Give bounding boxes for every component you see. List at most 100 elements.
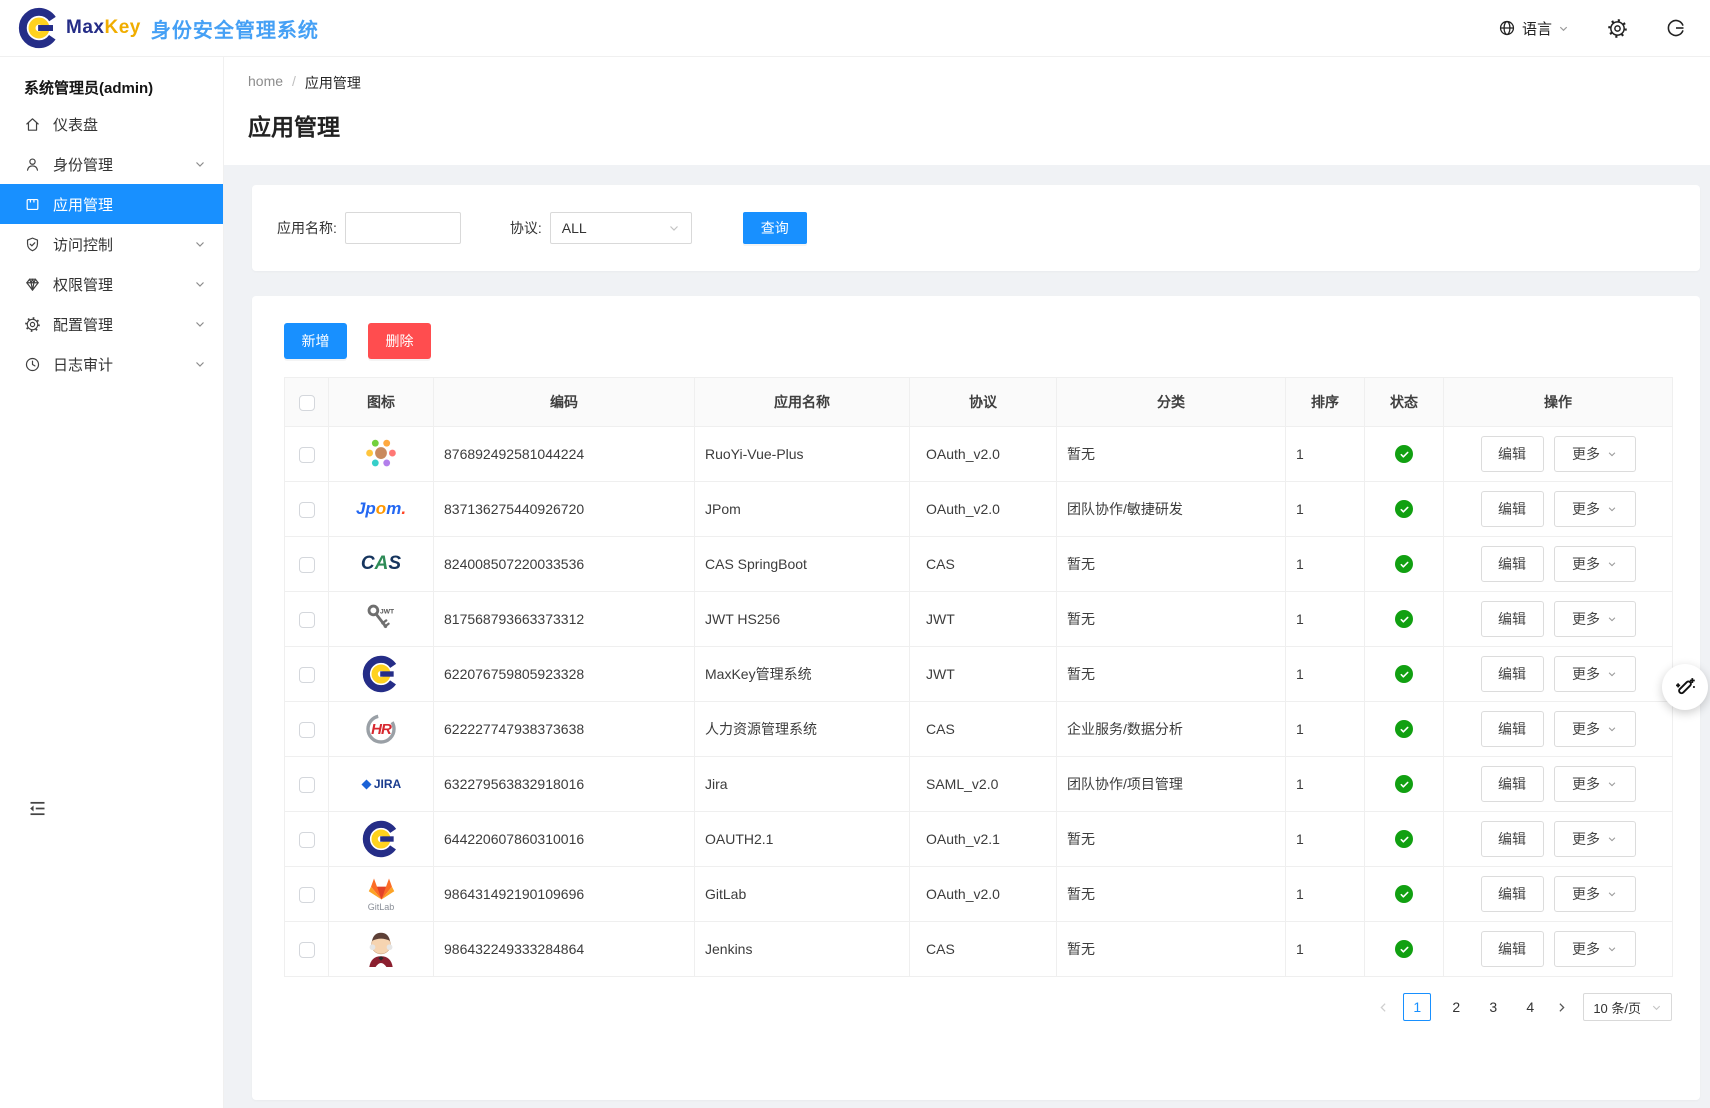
app-category: 企业服务/数据分析: [1057, 702, 1286, 757]
pagination-page-4[interactable]: 4: [1518, 993, 1542, 1021]
status-enabled-icon: [1395, 665, 1413, 683]
chevron-down-icon: [1607, 779, 1617, 789]
edit-button[interactable]: 编辑: [1481, 876, 1544, 912]
protocol-label: 协议:: [510, 218, 542, 238]
edit-button[interactable]: 编辑: [1481, 711, 1544, 747]
language-switcher[interactable]: 语言: [1498, 18, 1569, 39]
more-button[interactable]: 更多: [1554, 546, 1636, 582]
more-button[interactable]: 更多: [1554, 821, 1636, 857]
sidebar-item-config[interactable]: 配置管理: [0, 304, 223, 344]
add-button[interactable]: 新增: [284, 323, 347, 359]
edit-button[interactable]: 编辑: [1481, 491, 1544, 527]
row-checkbox[interactable]: [299, 447, 315, 463]
sidebar-item-access[interactable]: 访问控制: [0, 224, 223, 264]
svg-text:JWT: JWT: [380, 608, 394, 615]
app-protocol: JWT: [910, 647, 1057, 702]
sidebar-item-permission[interactable]: 权限管理: [0, 264, 223, 304]
pagination-next-icon[interactable]: [1555, 1001, 1568, 1014]
filter-bar: 应用名称: 协议: ALL 查询: [252, 185, 1700, 271]
app-protocol: OAuth_v2.0: [910, 867, 1057, 922]
page-size-select[interactable]: 10 条/页: [1583, 993, 1672, 1021]
app-icon-maxkey: [360, 818, 402, 860]
pagination-page-1[interactable]: 1: [1403, 993, 1431, 1021]
app-protocol: OAuth_v2.0: [910, 427, 1057, 482]
pagination-page-2[interactable]: 2: [1444, 993, 1468, 1021]
more-button[interactable]: 更多: [1554, 711, 1636, 747]
edit-button[interactable]: 编辑: [1481, 436, 1544, 472]
chevron-down-icon: [668, 222, 680, 234]
chevron-down-icon: [194, 278, 206, 290]
query-button[interactable]: 查询: [743, 212, 807, 244]
logout-icon[interactable]: [1666, 18, 1686, 38]
sidebar-item-identity[interactable]: 身份管理: [0, 144, 223, 184]
column-header-7: 操作: [1444, 378, 1673, 427]
sidebar-item-label: 日志审计: [53, 354, 113, 375]
edit-button[interactable]: 编辑: [1481, 931, 1544, 967]
brand-name-secondary: Key: [104, 17, 140, 39]
app-name: 人力资源管理系统: [695, 702, 910, 757]
app-code: 622076759805923328: [434, 647, 695, 702]
table-row-4: 622076759805923328MaxKey管理系统JWT暂无1编辑更多: [285, 647, 1673, 702]
sidebar-item-audit[interactable]: 日志审计: [0, 344, 223, 384]
sidebar-item-apps[interactable]: 应用管理: [0, 184, 223, 224]
sidebar-item-label: 配置管理: [53, 314, 113, 335]
app-category: 团队协作/敏捷研发: [1057, 482, 1286, 537]
more-button[interactable]: 更多: [1554, 436, 1636, 472]
more-button[interactable]: 更多: [1554, 491, 1636, 527]
app-protocol: SAML_v2.0: [910, 757, 1057, 812]
edit-button[interactable]: 编辑: [1481, 656, 1544, 692]
column-header-3: 协议: [910, 378, 1057, 427]
magic-wand-icon: [1672, 674, 1698, 700]
header-actions: 语言: [1498, 18, 1686, 39]
more-button[interactable]: 更多: [1554, 656, 1636, 692]
menu-fold-icon[interactable]: [27, 798, 48, 819]
row-checkbox[interactable]: [299, 777, 315, 793]
chevron-down-icon: [1607, 449, 1617, 459]
magic-wand-button[interactable]: [1662, 664, 1708, 710]
more-button[interactable]: 更多: [1554, 931, 1636, 967]
select-all-checkbox[interactable]: [299, 395, 315, 411]
sidebar-item-label: 权限管理: [53, 274, 113, 295]
sidebar: 系统管理员(admin) 仪表盘身份管理应用管理访问控制权限管理配置管理日志审计: [0, 57, 224, 1108]
row-checkbox[interactable]: [299, 832, 315, 848]
settings-gear-icon[interactable]: [1607, 18, 1628, 39]
row-checkbox[interactable]: [299, 612, 315, 628]
app-sort: 1: [1286, 592, 1365, 647]
breadcrumb-home-link[interactable]: home: [248, 73, 283, 93]
pagination-page-3[interactable]: 3: [1481, 993, 1505, 1021]
chevron-down-icon: [1607, 504, 1617, 514]
row-checkbox[interactable]: [299, 722, 315, 738]
table-row-5: HR622227747938373638人力资源管理系统CAS企业服务/数据分析…: [285, 702, 1673, 757]
more-button[interactable]: 更多: [1554, 876, 1636, 912]
row-checkbox[interactable]: [299, 667, 315, 683]
more-button[interactable]: 更多: [1554, 766, 1636, 802]
row-checkbox[interactable]: [299, 557, 315, 573]
edit-button[interactable]: 编辑: [1481, 546, 1544, 582]
app-code: 824008507220033536: [434, 537, 695, 592]
row-checkbox[interactable]: [299, 942, 315, 958]
app-category: 暂无: [1057, 647, 1286, 702]
edit-button[interactable]: 编辑: [1481, 601, 1544, 637]
app-sort: 1: [1286, 922, 1365, 977]
more-button[interactable]: 更多: [1554, 601, 1636, 637]
edit-button[interactable]: 编辑: [1481, 821, 1544, 857]
app-sort: 1: [1286, 812, 1365, 867]
table-row-7: 644220607860310016OAUTH2.1OAuth_v2.1暂无1编…: [285, 812, 1673, 867]
row-checkbox[interactable]: [299, 502, 315, 518]
clock-icon: [24, 356, 42, 373]
table-row-9: 986432249333284864JenkinsCAS暂无1编辑更多: [285, 922, 1673, 977]
app-sort: 1: [1286, 757, 1365, 812]
app-protocol: OAuth_v2.1: [910, 812, 1057, 867]
table-row-0: 876892492581044224RuoYi-Vue-PlusOAuth_v2…: [285, 427, 1673, 482]
protocol-select[interactable]: ALL: [550, 212, 692, 244]
row-checkbox[interactable]: [299, 887, 315, 903]
status-enabled-icon: [1395, 775, 1413, 793]
pagination: 1234 10 条/页: [284, 993, 1672, 1021]
status-enabled-icon: [1395, 610, 1413, 628]
delete-button[interactable]: 删除: [368, 323, 431, 359]
edit-button[interactable]: 编辑: [1481, 766, 1544, 802]
app-name-input[interactable]: [345, 212, 461, 244]
sidebar-item-dashboard[interactable]: 仪表盘: [0, 104, 223, 144]
apps-table: 图标编码应用名称协议分类排序状态操作 876892492581044224Ruo…: [284, 377, 1673, 977]
page-title: 应用管理: [248, 111, 1686, 143]
